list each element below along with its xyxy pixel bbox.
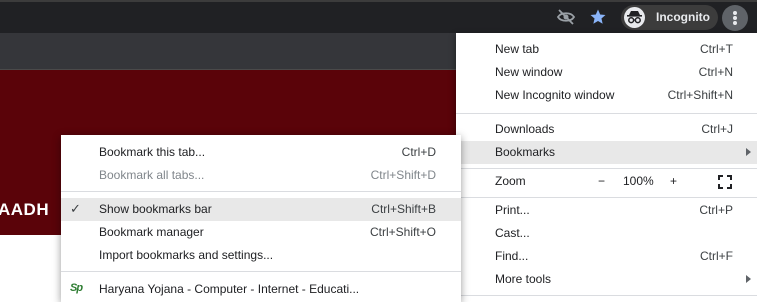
tracking-protection-eye-off-icon[interactable] <box>556 9 576 25</box>
menu-separator <box>456 168 757 169</box>
menu-item-label: Print... <box>495 203 530 217</box>
submenu-item-bookmark-this-tab[interactable]: Bookmark this tab... Ctrl+D <box>61 141 461 164</box>
submenu-item-show-bookmarks-bar[interactable]: ✓ Show bookmarks bar Ctrl+Shift+B <box>61 198 461 221</box>
menu-item-label: Zoom <box>495 174 526 188</box>
submenu-item-shortcut: Ctrl+D <box>401 145 436 159</box>
menu-separator <box>456 197 757 198</box>
submenu-item-label: Show bookmarks bar <box>99 202 212 216</box>
checkmark-icon: ✓ <box>70 201 81 216</box>
submenu-arrow-icon <box>746 275 751 283</box>
menu-item-more-tools[interactable]: More tools <box>456 268 757 291</box>
menu-item-shortcut: Ctrl+N <box>698 65 733 79</box>
incognito-icon <box>624 7 645 28</box>
menu-item-label: More tools <box>495 272 552 286</box>
menu-item-bookmarks[interactable]: Bookmarks <box>456 141 757 164</box>
submenu-separator <box>61 191 461 192</box>
zoom-out-button[interactable]: − <box>598 174 605 188</box>
menu-separator <box>456 295 757 296</box>
submenu-separator <box>61 271 461 272</box>
submenu-item-shortcut: Ctrl+Shift+B <box>371 202 436 216</box>
submenu-item-bookmark-all-tabs[interactable]: Bookmark all tabs... Ctrl+Shift+D <box>61 164 461 187</box>
bookmark-entry[interactable]: Sp Haryana Yojana - Computer - Internet … <box>61 278 461 301</box>
submenu-item-label: Bookmark manager <box>99 225 204 239</box>
menu-item-label: Bookmarks <box>495 145 556 159</box>
submenu-item-label: Bookmark all tabs... <box>99 168 205 182</box>
menu-item-label: Cast... <box>495 226 530 240</box>
submenu-item-shortcut: Ctrl+Shift+O <box>369 225 436 239</box>
submenu-item-import-bookmarks[interactable]: Import bookmarks and settings... <box>61 244 461 267</box>
menu-item-shortcut: Ctrl+J <box>701 122 733 136</box>
bookmark-entry-label: Haryana Yojana - Computer - Internet - E… <box>99 282 360 296</box>
zoom-level: 100% <box>623 174 654 188</box>
menu-item-print[interactable]: Print... Ctrl+P <box>456 199 757 222</box>
menu-item-shortcut: Ctrl+Shift+N <box>667 88 733 102</box>
submenu-arrow-icon <box>746 148 751 156</box>
zoom-in-button[interactable]: + <box>670 174 677 188</box>
menu-item-find[interactable]: Find... Ctrl+F <box>456 245 757 268</box>
browser-toolbar: Incognito <box>0 0 757 33</box>
incognito-profile-button[interactable]: Incognito <box>621 5 718 30</box>
menu-item-new-incognito-window[interactable]: New Incognito window Ctrl+Shift+N <box>456 84 757 107</box>
menu-item-label: New Incognito window <box>495 88 615 102</box>
chrome-main-menu: New tab Ctrl+T New window Ctrl+N New Inc… <box>456 33 757 302</box>
site-favicon-icon: Sp <box>70 282 83 294</box>
bookmark-star-icon[interactable] <box>589 8 607 26</box>
submenu-item-label: Bookmark this tab... <box>99 145 206 159</box>
toolbar-top-edge <box>0 0 757 2</box>
menu-item-label: New tab <box>495 42 540 56</box>
submenu-item-bookmark-manager[interactable]: Bookmark manager Ctrl+Shift+O <box>61 221 461 244</box>
menu-item-new-tab[interactable]: New tab Ctrl+T <box>456 38 757 61</box>
menu-item-new-window[interactable]: New window Ctrl+N <box>456 61 757 84</box>
fullscreen-icon[interactable] <box>718 175 732 189</box>
bookmarks-submenu: Bookmark this tab... Ctrl+D Bookmark all… <box>61 135 461 302</box>
menu-separator <box>456 113 757 114</box>
menu-item-shortcut: Ctrl+F <box>700 249 733 263</box>
menu-item-shortcut: Ctrl+T <box>700 42 733 56</box>
menu-item-cast[interactable]: Cast... <box>456 222 757 245</box>
menu-item-label: New window <box>495 65 563 79</box>
submenu-item-shortcut: Ctrl+Shift+D <box>370 168 436 182</box>
menu-item-label: Downloads <box>495 122 555 136</box>
more-options-icon[interactable] <box>722 5 748 31</box>
profile-label: Incognito <box>656 10 710 24</box>
submenu-item-label: Import bookmarks and settings... <box>99 248 274 262</box>
menu-item-shortcut: Ctrl+P <box>699 203 733 217</box>
menu-item-downloads[interactable]: Downloads Ctrl+J <box>456 118 757 141</box>
menu-item-zoom: Zoom − 100% + <box>456 170 757 193</box>
menu-item-label: Find... <box>495 249 529 263</box>
banner-heading: AADH <box>0 200 50 219</box>
